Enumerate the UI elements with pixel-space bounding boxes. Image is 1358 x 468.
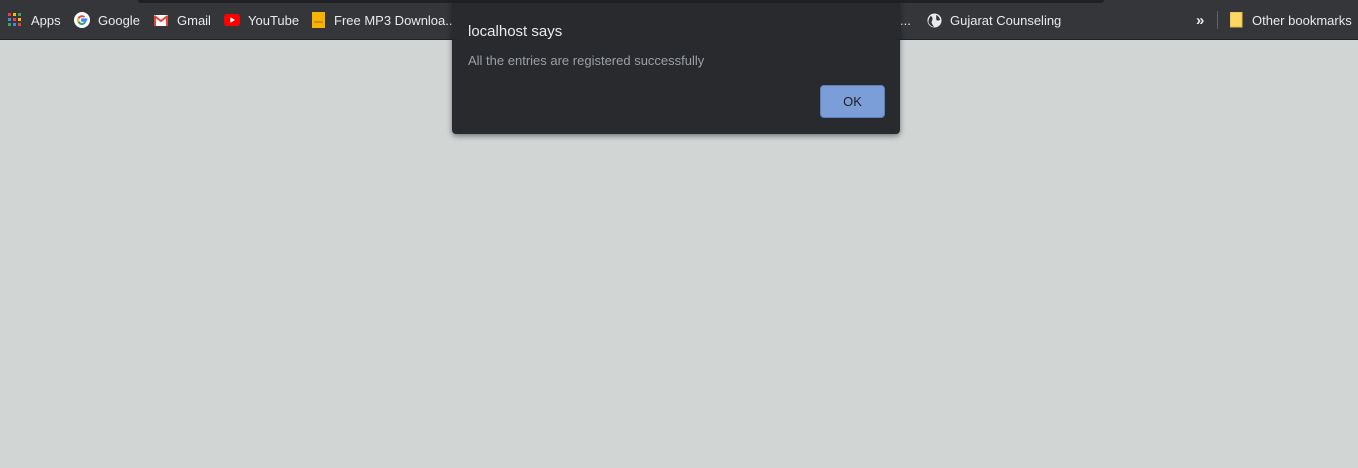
bookmark-other-bookmarks[interactable]: Other bookmarks [1228, 0, 1352, 40]
bookmarks-divider [1217, 11, 1218, 29]
gmail-icon [153, 12, 169, 28]
bookmark-label: YouTube [248, 12, 300, 28]
globe-icon [926, 12, 942, 28]
bookmark-youtube[interactable]: YouTube [224, 0, 299, 40]
bookmark-label: Other bookmarks [1252, 12, 1352, 28]
bookmark-label: Gmail [177, 12, 211, 28]
bookmark-label: Google [98, 12, 140, 28]
dialog-message: All the entries are registered successfu… [468, 53, 705, 68]
bookmark-gmail[interactable]: Gmail [153, 0, 211, 40]
youtube-icon [224, 12, 240, 28]
bookmark-label: Gujarat Counseling [950, 12, 1062, 28]
bookmark-free-mp3[interactable]: Free MP3 Downloa... [310, 0, 456, 40]
dialog-title: localhost says [468, 23, 563, 40]
ok-button[interactable]: OK [820, 85, 885, 118]
google-icon [74, 12, 90, 28]
bookmark-google[interactable]: Google [74, 0, 140, 40]
bookmark-page-icon [310, 12, 326, 28]
more-bookmarks-chevron-icon[interactable]: » [1196, 0, 1204, 40]
folder-icon [1228, 12, 1244, 28]
alert-dialog: localhost says All the entries are regis… [452, 3, 900, 134]
bookmark-truncated-label[interactable]: ... [900, 0, 911, 40]
apps-grid-icon [7, 12, 23, 28]
bookmark-label: Free MP3 Downloa... [334, 12, 457, 28]
bookmark-label: Apps [31, 12, 61, 28]
bookmark-apps[interactable]: Apps [7, 0, 61, 40]
bookmark-gujarat-counseling[interactable]: Gujarat Counseling [926, 0, 1061, 40]
